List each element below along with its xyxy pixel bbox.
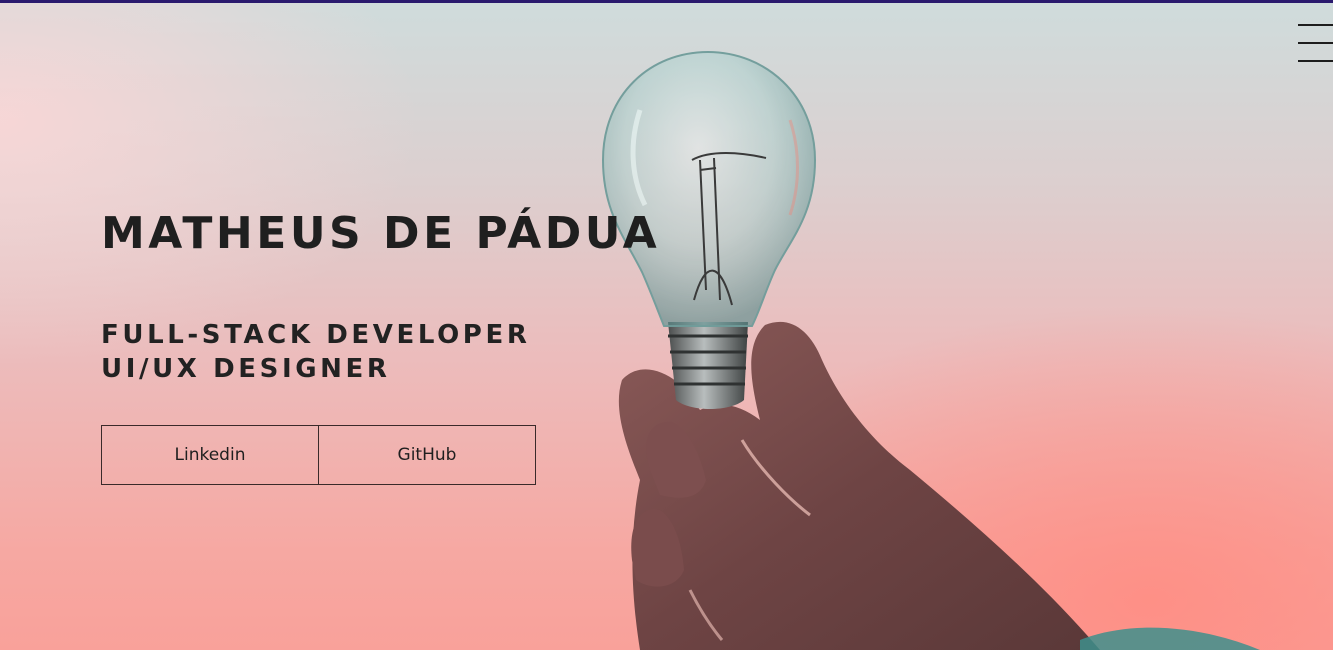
menu-bar-middle: [1298, 42, 1333, 44]
hero-section: MATHEUS DE PÁDUA FULL-STACK DEVELOPER UI…: [0, 0, 1333, 650]
social-buttons: Linkedin GitHub: [101, 425, 536, 485]
role-uiux: UI/UX DESIGNER: [101, 354, 391, 384]
hero-name: MATHEUS DE PÁDUA: [101, 208, 661, 259]
role-fullstack: FULL-STACK DEVELOPER: [101, 320, 531, 350]
menu-bar-bottom: [1298, 60, 1333, 62]
menu-bar-top: [1298, 24, 1333, 26]
github-button[interactable]: GitHub: [318, 425, 536, 485]
bulb-glass: [601, 50, 817, 327]
bulb-base: [668, 322, 748, 409]
hamburger-menu-icon[interactable]: [1298, 22, 1333, 64]
hero-roles: FULL-STACK DEVELOPER UI/UX DESIGNER: [101, 318, 530, 386]
linkedin-button[interactable]: Linkedin: [101, 425, 319, 485]
